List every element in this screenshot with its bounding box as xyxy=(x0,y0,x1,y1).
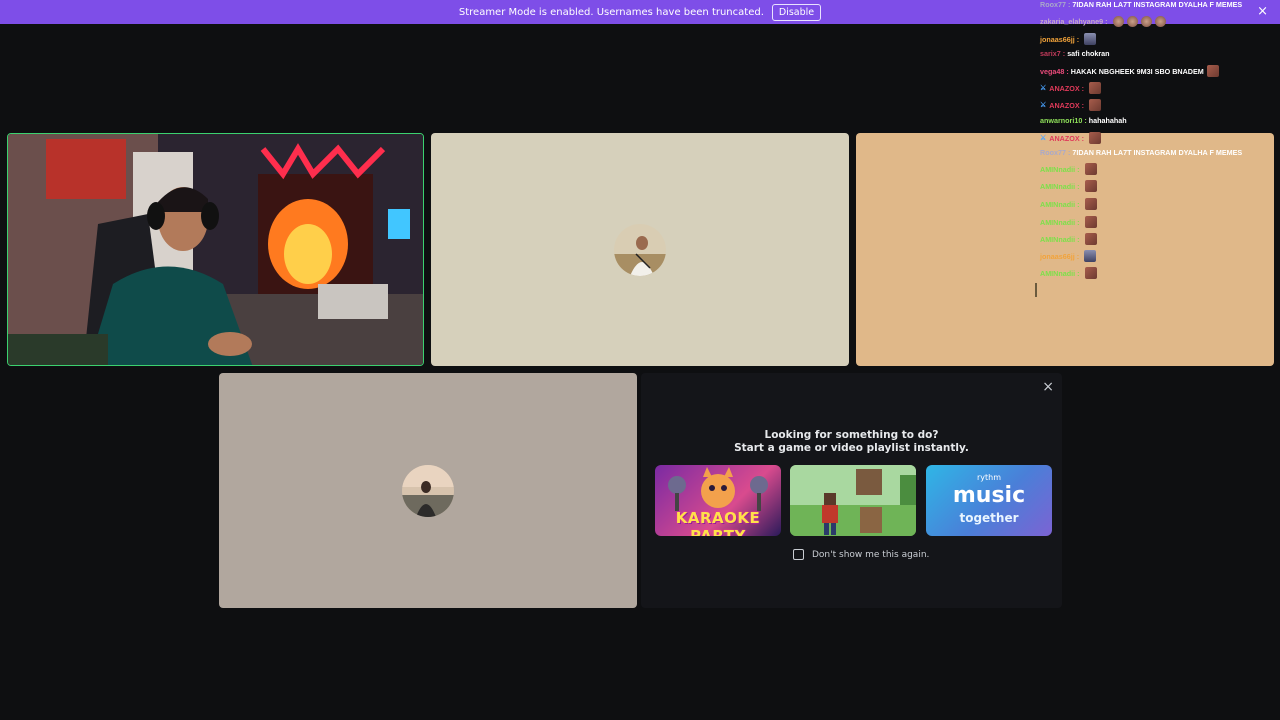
chat-username[interactable]: AMINnadii : xyxy=(1040,182,1080,191)
chat-message: Roox77 :7IDAN RAH LA7T INSTAGRAM DYALHA … xyxy=(1040,148,1242,157)
karaoke-title: KARAOKE PARTY xyxy=(675,509,761,536)
banner-close-icon[interactable]: × xyxy=(1257,5,1268,19)
banner-text: Streamer Mode is enabled. Usernames have… xyxy=(458,6,764,18)
music-title: music xyxy=(952,483,1026,508)
dont-show-label: Don't show me this again. xyxy=(812,549,930,560)
activity-heading-line1: Looking for something to do? xyxy=(764,429,939,441)
activity-heading: Looking for something to do? Start a gam… xyxy=(641,429,1062,455)
chat-emote-icon xyxy=(1084,163,1097,175)
chat-message: ⚔ ANAZOX : xyxy=(1040,99,1102,111)
chat-emote-icon xyxy=(1112,16,1124,27)
camera-feed-image xyxy=(8,134,423,365)
chat-username[interactable]: vega48 : xyxy=(1040,67,1069,76)
chat-message: sarix7 : safi chokran xyxy=(1040,49,1110,58)
chat-emote-icon xyxy=(1206,65,1219,77)
chat-message: ⚔ ANAZOX : xyxy=(1040,132,1102,144)
chat-emote-icon xyxy=(1089,99,1102,111)
chat-message: vega48 : HAKAK NBGHEEK 9M3I SBO BNADEM xyxy=(1040,65,1219,77)
chat-emote-icon xyxy=(1154,16,1166,27)
chat-username[interactable]: Roox77 : xyxy=(1040,148,1070,157)
sword-badge-icon: ⚔ xyxy=(1040,102,1047,109)
chat-username[interactable]: AMINnadii : xyxy=(1040,165,1080,174)
chat-emote-icon xyxy=(1084,267,1097,279)
chat-username[interactable]: jonaas66jj : xyxy=(1040,252,1079,261)
close-icon[interactable]: × xyxy=(1042,379,1054,395)
chat-message: anwarnori10 : hahahahah xyxy=(1040,116,1127,125)
chat-username[interactable]: AMINnadii : xyxy=(1040,235,1080,244)
chat-username[interactable]: Roox77 : xyxy=(1040,0,1070,9)
chat-emote-icon xyxy=(1084,33,1097,45)
chat-username[interactable]: anwarnori10 : xyxy=(1040,116,1087,125)
text-cursor-marker xyxy=(1035,283,1037,297)
participant-avatar xyxy=(402,464,454,517)
chat-message: AMINnadii : xyxy=(1040,216,1097,228)
chat-message: jonaas66jj : xyxy=(1040,250,1097,262)
chat-message-text: 7IDAN RAH LA7T INSTAGRAM DYALHA F MEMES xyxy=(1072,0,1243,9)
activity-card-blocks-game[interactable] xyxy=(790,465,916,536)
chat-emote-icon xyxy=(1089,132,1102,144)
chat-message: Roox77 :7IDAN RAH LA7T INSTAGRAM DYALHA … xyxy=(1040,0,1242,9)
sword-badge-icon: ⚔ xyxy=(1040,85,1047,92)
blocks-game-art-icon xyxy=(790,465,916,536)
chat-message: AMINnadii : xyxy=(1040,267,1097,279)
chat-username[interactable]: AMINnadii : xyxy=(1040,218,1080,227)
chat-message: jonaas66jj : xyxy=(1040,33,1097,45)
activity-card-karaoke[interactable]: KARAOKE PARTY xyxy=(655,465,781,536)
chat-message: zakaria_elahyane9 : xyxy=(1040,16,1166,27)
chat-message-text: HAKAK NBGHEEK 9M3I SBO BNADEM xyxy=(1070,66,1204,76)
chat-username[interactable]: ANAZOX : xyxy=(1049,84,1084,93)
chat-message: ⚔ ANAZOX : xyxy=(1040,82,1102,94)
chat-emote-icon xyxy=(1084,216,1097,228)
sword-badge-icon: ⚔ xyxy=(1040,135,1047,142)
chat-message: AMINnadii : xyxy=(1040,163,1097,175)
chat-emote-icon xyxy=(1084,198,1097,210)
chat-message: AMINnadii : xyxy=(1040,180,1097,192)
chat-message-text: hahahahah xyxy=(1088,116,1127,125)
chat-username[interactable]: jonaas66jj : xyxy=(1040,35,1079,44)
chat-emote-icon xyxy=(1089,82,1102,94)
chat-username[interactable]: ANAZOX : xyxy=(1049,134,1084,143)
chat-emote-icon xyxy=(1126,16,1138,27)
chat-emote-icon xyxy=(1084,250,1097,262)
chat-message: AMINnadii : xyxy=(1040,198,1097,210)
chat-emote-icon xyxy=(1084,180,1097,192)
dont-show-checkbox[interactable] xyxy=(793,549,804,560)
chat-username[interactable]: AMINnadii : xyxy=(1040,269,1080,278)
music-subtitle: together xyxy=(959,511,1019,525)
video-tile-participant-4[interactable] xyxy=(219,373,637,608)
video-tile-camera[interactable] xyxy=(7,133,424,366)
chat-emote-icon xyxy=(1084,233,1097,245)
chat-message: AMINnadii : xyxy=(1040,233,1097,245)
participant-avatar xyxy=(614,223,666,276)
chat-username[interactable]: zakaria_elahyane9 : xyxy=(1040,17,1108,26)
video-tile-participant-2[interactable] xyxy=(431,133,849,366)
chat-username[interactable]: sarix7 : xyxy=(1040,49,1065,58)
chat-username[interactable]: AMINnadii : xyxy=(1040,200,1080,209)
activity-card-music-together[interactable]: rythm music together xyxy=(926,465,1052,536)
rythm-brand: rythm xyxy=(976,473,1002,482)
chat-username[interactable]: ANAZOX : xyxy=(1049,101,1084,110)
dont-show-again-option[interactable]: Don't show me this again. xyxy=(793,549,929,560)
chat-emote-icon xyxy=(1140,16,1152,27)
disable-streamer-mode-button[interactable]: Disable xyxy=(771,3,822,21)
activity-heading-line2: Start a game or video playlist instantly… xyxy=(734,442,969,454)
activity-suggestions-panel: × Looking for something to do? Start a g… xyxy=(641,373,1062,608)
chat-message-text: safi chokran xyxy=(1067,49,1110,58)
chat-message-text: 7IDAN RAH LA7T INSTAGRAM DYALHA F MEMES xyxy=(1072,148,1243,157)
